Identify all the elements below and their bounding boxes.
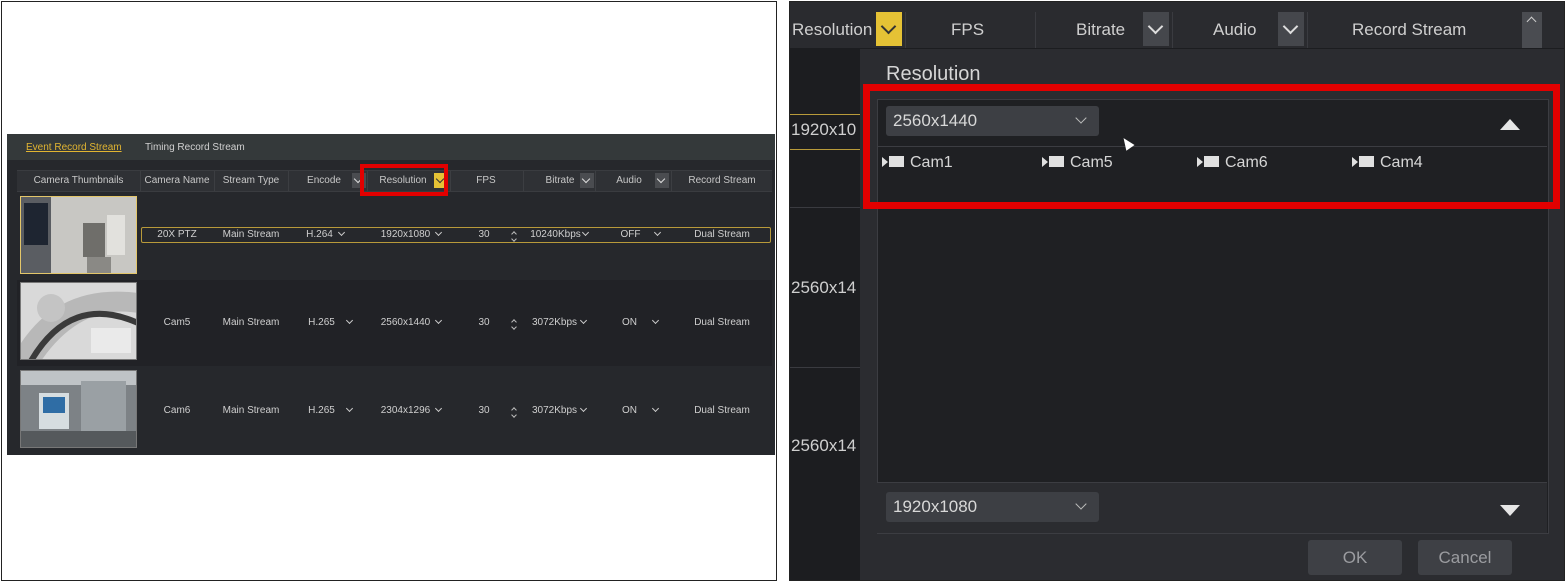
col-resolution: Resolution <box>792 20 873 39</box>
audio-select[interactable]: OFF <box>611 228 669 240</box>
camera-name: Cam5 <box>163 317 191 328</box>
bitrate-select[interactable]: 3072Kbps <box>523 316 595 328</box>
audio-dropdown-button[interactable] <box>655 173 669 188</box>
right-panel-frame: Resolution FPS Bitrate Audio Record Stre… <box>789 1 1565 581</box>
camera-name: 20X PTZ <box>157 229 197 240</box>
stream-type: Main Stream <box>222 405 280 416</box>
chevron-down-icon <box>581 174 591 184</box>
col-bitrate: Bitrate <box>545 175 575 186</box>
fps-value[interactable]: 30 <box>469 229 499 240</box>
table-row[interactable]: Cam6 Main Stream H.265 2304x1296 30 3072… <box>17 368 772 454</box>
encode-select[interactable]: H.265 <box>295 404 365 416</box>
col-bitrate: Bitrate <box>1076 20 1126 39</box>
table-row[interactable]: Cam5 Main Stream H.265 2560x1440 30 3072… <box>17 280 772 366</box>
encode-value: H.265 <box>308 317 335 328</box>
row-resolution-value: 2560x14 <box>791 436 857 455</box>
chevron-down-icon <box>880 18 897 35</box>
chevron-down-icon <box>1282 18 1299 35</box>
fps-value[interactable]: 30 <box>469 317 499 328</box>
bitrate-value: 3072Kbps <box>531 317 578 328</box>
resolution-value: 2304x1296 <box>380 405 431 416</box>
resolution-select[interactable]: 2560x1440 <box>373 316 449 328</box>
col-audio: Audio <box>616 175 642 186</box>
bitrate-select[interactable]: 10240Kbps <box>523 228 595 240</box>
resolution-value: 2560x1440 <box>380 317 431 328</box>
tab-timing-record-stream[interactable]: Timing Record Stream <box>145 142 245 153</box>
stream-type: Main Stream <box>222 229 280 240</box>
ok-button[interactable]: OK <box>1308 540 1402 575</box>
bitrate-dropdown-button[interactable] <box>1143 12 1169 46</box>
tab-bar: Event Record Stream Timing Record Stream <box>7 134 775 160</box>
audio-value: ON <box>622 317 637 328</box>
row-resolution-value: 1920x10 <box>791 120 857 139</box>
record-stream-value[interactable]: Dual Stream <box>673 405 771 416</box>
audio-select[interactable]: ON <box>611 316 669 328</box>
row-resolution-value: 2560x14 <box>791 278 857 297</box>
audio-dropdown-button[interactable] <box>1278 12 1304 46</box>
col-audio: Audio <box>1213 20 1257 39</box>
column-header-row: Resolution FPS Bitrate Audio Record Stre… <box>790 2 1564 48</box>
encode-value: H.265 <box>308 405 335 416</box>
audio-value: OFF <box>620 229 641 240</box>
resolution-dropdown-button[interactable] <box>876 12 902 46</box>
audio-value: ON <box>622 405 637 416</box>
fps-stepper[interactable] <box>511 406 517 418</box>
camera-thumbnail[interactable] <box>20 196 137 274</box>
col-stream-type: Stream Type <box>222 175 280 186</box>
bitrate-value: 3072Kbps <box>531 405 578 416</box>
resolution-select[interactable]: 1920x1080 <box>373 228 449 240</box>
audio-select[interactable]: ON <box>611 404 669 416</box>
stream-type: Main Stream <box>222 317 280 328</box>
highlight-box <box>863 84 1560 209</box>
bitrate-dropdown-button[interactable] <box>580 173 594 188</box>
bitrate-select[interactable]: 3072Kbps <box>523 404 595 416</box>
cancel-button[interactable]: Cancel <box>1418 540 1512 575</box>
col-record-stream: Record Stream <box>1352 20 1467 39</box>
bottom-resolution-value: 1920x1080 <box>893 497 978 516</box>
chevron-down-icon <box>656 174 666 184</box>
record-stream-value[interactable]: Dual Stream <box>673 317 771 328</box>
expand-icon[interactable] <box>1500 505 1520 516</box>
table-row[interactable]: 20X PTZ Main Stream H.264 1920x1080 30 1… <box>17 194 772 280</box>
fps-stepper[interactable] <box>511 318 517 330</box>
scroll-up-button[interactable] <box>1522 12 1542 48</box>
chevron-down-icon <box>1147 18 1164 35</box>
col-fps: FPS <box>476 175 496 186</box>
encode-select[interactable]: H.264 <box>295 228 355 240</box>
dialog-title: Resolution <box>886 63 981 85</box>
resolution-select[interactable]: 2304x1296 <box>373 404 449 416</box>
record-stream-value[interactable]: Dual Stream <box>673 229 771 240</box>
bitrate-value: 10240Kbps <box>530 229 581 240</box>
col-camera-name: Camera Name <box>144 175 210 186</box>
fps-stepper[interactable] <box>511 230 517 242</box>
tab-event-record-stream[interactable]: Event Record Stream <box>26 142 122 153</box>
camera-thumbnail[interactable] <box>20 282 137 360</box>
col-record-stream: Record Stream <box>688 175 756 186</box>
camera-name: Cam6 <box>163 405 191 416</box>
col-camera-thumbnails: Camera Thumbnails <box>33 175 124 186</box>
col-encode: Encode <box>307 175 341 186</box>
bottom-resolution-select[interactable]: 1920x1080 <box>886 492 1099 522</box>
col-fps: FPS <box>951 20 985 39</box>
fps-value[interactable]: 30 <box>469 405 499 416</box>
highlight-box <box>360 164 448 196</box>
encode-value: H.264 <box>306 229 333 240</box>
camera-thumbnail[interactable] <box>20 370 137 448</box>
chevron-down-icon <box>1075 498 1087 510</box>
encode-select[interactable]: H.265 <box>295 316 365 328</box>
resolution-value: 1920x1080 <box>380 229 431 240</box>
